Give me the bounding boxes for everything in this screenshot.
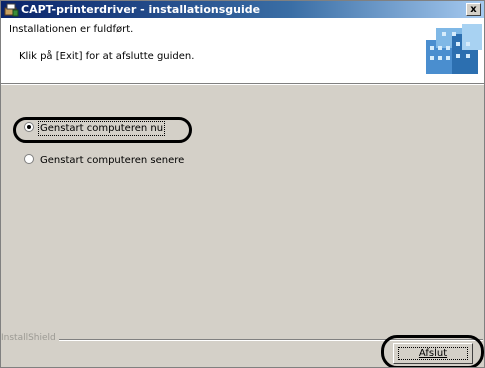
window-title: CAPT-printerdriver - installationsguide — [21, 3, 261, 16]
close-icon: x — [470, 4, 477, 15]
header-panel: Installationen er fuldført. Klik på [Exi… — [1, 18, 484, 84]
restart-later-label: Genstart computeren senere — [40, 155, 185, 166]
highlight-circle — [381, 335, 484, 367]
header-title: Installationen er fuldført. — [9, 24, 134, 35]
installer-icon — [4, 3, 19, 17]
close-button[interactable]: x — [466, 3, 481, 16]
restart-later-option[interactable]: Genstart computeren senere — [24, 154, 184, 168]
restart-later-radio[interactable] — [24, 154, 34, 164]
header-subtitle: Klik på [Exit] for at afslutte guiden. — [19, 51, 195, 62]
highlight-circle — [13, 117, 192, 143]
title-bar[interactable]: CAPT-printerdriver - installationsguide … — [1, 1, 484, 18]
installer-window: CAPT-printerdriver - installationsguide … — [0, 0, 485, 368]
printer-logo-icon — [422, 20, 484, 78]
installshield-brand: InstallShield — [1, 333, 56, 343]
header-divider — [1, 84, 484, 85]
